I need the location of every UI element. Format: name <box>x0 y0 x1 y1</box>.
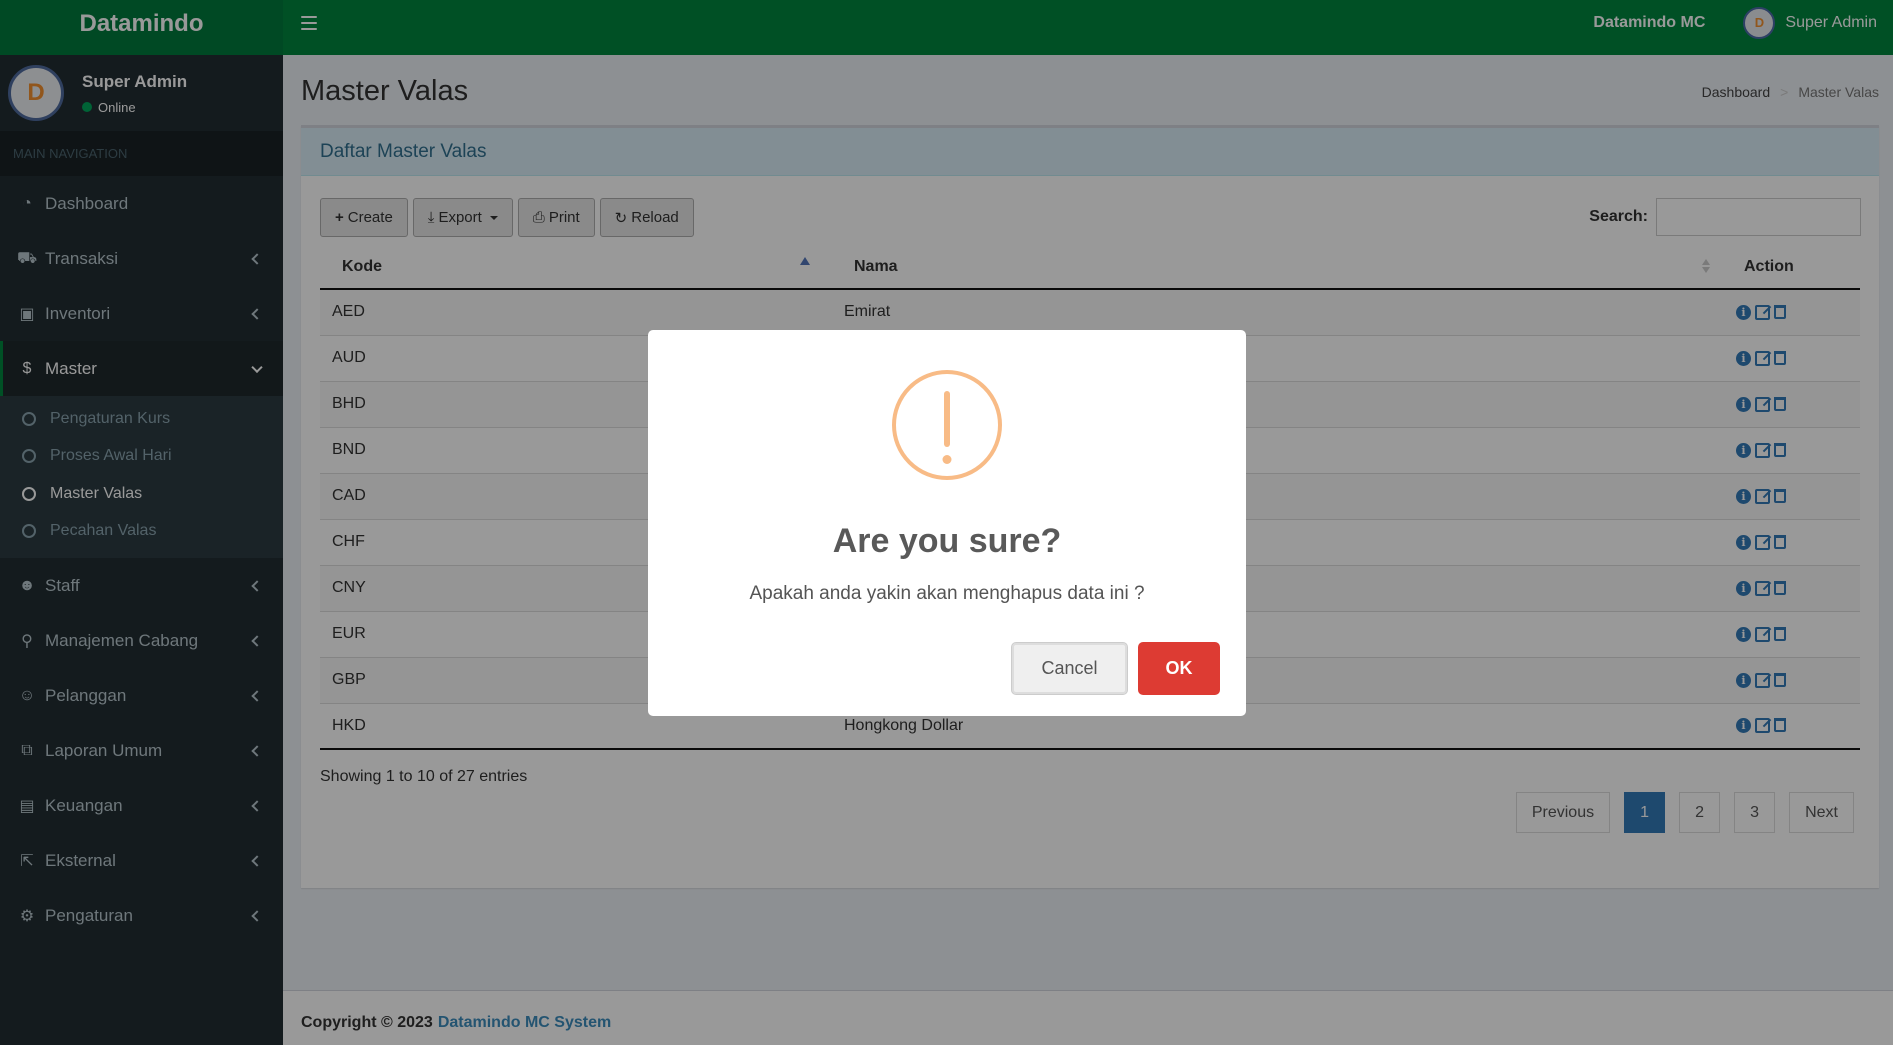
cancel-button[interactable]: Cancel <box>1011 642 1128 695</box>
ok-button[interactable]: OK <box>1138 642 1220 695</box>
modal-backdrop[interactable]: Are you sure? Apakah anda yakin akan men… <box>0 0 1893 1045</box>
dialog-text: Apakah anda yakin akan menghapus data in… <box>749 583 1145 604</box>
dialog-actions: Cancel OK <box>1011 642 1220 695</box>
confirm-dialog: Are you sure? Apakah anda yakin akan men… <box>648 330 1246 716</box>
warning-icon <box>892 370 1002 480</box>
dialog-title: Are you sure? <box>832 522 1062 560</box>
